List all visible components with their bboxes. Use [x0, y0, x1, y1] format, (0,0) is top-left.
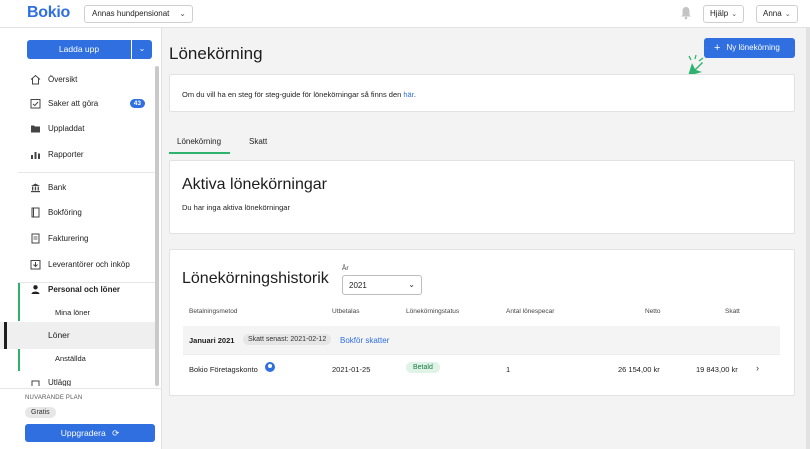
active-tab-indicator — [169, 152, 230, 154]
chart-icon — [31, 152, 40, 159]
checklist-icon — [30, 99, 41, 109]
guide-info-card: Om du vill ha en steg för steg-guide för… — [169, 74, 795, 112]
chevron-down-icon: ⌄ — [784, 11, 791, 18]
plus-icon: + — [714, 42, 721, 54]
upgrade-button[interactable]: Uppgradera ⟳ — [25, 424, 155, 442]
new-payroll-button[interactable]: + Ny lönekörning — [704, 38, 795, 58]
chevron-down-icon: ⌄ — [179, 9, 186, 18]
sidebar: Ladda upp ⌄ Översikt Saker att göra 43 U… — [0, 28, 162, 449]
sidebar-item-label: Uppladdat — [48, 124, 85, 133]
sidebar-item-fakturering[interactable]: Fakturering — [0, 227, 157, 251]
new-payroll-label: Ny lönekörning — [726, 43, 780, 52]
download-box-icon — [30, 260, 41, 270]
column-header: Betalningsmetod — [189, 308, 238, 315]
table-group-row: Januari 2021 Skatt senast: 2021-02-12 Bo… — [183, 326, 780, 354]
chevron-right-icon[interactable]: › — [756, 363, 759, 373]
invoice-icon — [31, 233, 40, 244]
tax-deadline-badge: Skatt senast: 2021-02-12 — [243, 334, 332, 345]
status-badge: Betald — [406, 362, 440, 373]
active-payrolls-empty-text: Du har inga aktiva lönekörningar — [182, 203, 290, 212]
book-taxes-link[interactable]: Bokför skatter — [340, 336, 389, 345]
sidebar-item-utlagg[interactable]: Utlägg — [0, 374, 157, 386]
bank-icon — [31, 183, 40, 193]
plan-label: NUVARANDE PLAN — [25, 395, 83, 401]
column-header: Skatt — [725, 308, 740, 315]
sidebar-item-saker-att-gora[interactable]: Saker att göra 43 — [0, 92, 157, 116]
top-bar: Bokio Annas hundpensionat ⌄ Hjälp ⌄ Anna ⌄ — [0, 0, 810, 28]
company-name: Annas hundpensionat — [92, 9, 170, 18]
sidebar-item-label: Anställda — [55, 354, 86, 363]
year-value: 2021 — [349, 281, 367, 290]
year-label: År — [342, 265, 349, 272]
guide-info-text: Om du vill ha en steg för steg-guide för… — [182, 90, 416, 99]
sidebar-item-label: Bokföring — [48, 208, 82, 217]
sidebar-item-label: Saker att göra — [48, 99, 99, 108]
column-header: Lönekörningstatus — [406, 308, 460, 315]
guide-info-end: . — [413, 90, 416, 99]
sidebar-item-bank[interactable]: Bank — [0, 176, 157, 200]
todo-count-badge: 43 — [129, 99, 145, 108]
sidebar-item-label: Utlägg — [48, 378, 72, 386]
bokio-logo[interactable]: Bokio — [27, 4, 70, 22]
sidebar-item-label: Löner — [48, 330, 70, 340]
upload-button[interactable]: Ladda upp — [27, 40, 131, 59]
person-icon — [31, 285, 40, 294]
rocket-icon: ⟳ — [112, 428, 120, 438]
sidebar-item-rapporter[interactable]: Rapporter — [0, 143, 157, 167]
sidebar-item-oversikt[interactable]: Översikt — [0, 68, 157, 92]
tab-skatt[interactable]: Skatt — [249, 137, 267, 146]
column-header: Utbetalas — [332, 308, 360, 315]
sidebar-scrollbar[interactable] — [155, 66, 159, 386]
help-label: Hjälp — [710, 9, 729, 18]
upgrade-label: Uppgradera — [60, 428, 106, 438]
active-payrolls-card — [169, 160, 795, 234]
row-divider — [183, 354, 780, 355]
folder-icon — [31, 125, 40, 133]
plan-badge: Gratis — [25, 407, 56, 418]
sidebar-item-label: Fakturering — [48, 234, 89, 243]
receipt-icon — [31, 380, 40, 386]
upload-dropdown-button[interactable]: ⌄ — [132, 40, 152, 59]
net-amount: 26 154,00 kr — [618, 365, 660, 374]
sidebar-item-label: Leverantörer och inköp — [48, 260, 130, 269]
group-month: Januari 2021 — [189, 336, 235, 345]
guide-info-message: Om du vill ha en steg för steg-guide för… — [182, 90, 404, 99]
sidebar-item-anstallda[interactable]: Anställda — [0, 347, 157, 371]
bokio-account-icon — [265, 362, 275, 372]
column-header: Antal lönespecar — [506, 308, 555, 315]
sidebar-item-uppladdat[interactable]: Uppladdat — [0, 117, 157, 141]
tax-amount: 19 843,00 kr — [696, 365, 738, 374]
tab-lonekorning[interactable]: Lönekörning — [177, 137, 221, 146]
payout-date: 2021-01-25 — [332, 365, 371, 374]
sidebar-item-label: Mina löner — [55, 308, 91, 317]
page-scrollbar[interactable] — [806, 28, 810, 449]
active-item-indicator — [4, 322, 7, 349]
column-header: Netto — [645, 308, 661, 315]
active-payrolls-title: Aktiva lönekörningar — [182, 176, 327, 193]
home-icon — [30, 74, 41, 85]
sidebar-item-personal-och-loner[interactable]: Personal och löner — [0, 278, 157, 302]
company-selector[interactable]: Annas hundpensionat ⌄ — [84, 5, 193, 23]
bell-icon[interactable] — [680, 6, 692, 20]
sidebar-divider — [18, 172, 158, 173]
chevron-down-icon: ⌄ — [408, 280, 415, 289]
help-button[interactable]: Hjälp ⌄ — [703, 5, 745, 23]
book-icon — [31, 207, 40, 218]
year-select[interactable]: 2021 ⌄ — [342, 275, 422, 295]
sidebar-item-bokforing[interactable]: Bokföring — [0, 201, 157, 225]
payment-method: Bokio Företagskonto — [189, 365, 258, 374]
payroll-history-title: Lönekörningshistorik — [182, 270, 329, 287]
page-title: Lönekörning — [169, 44, 263, 63]
chevron-down-icon: ⌄ — [731, 11, 738, 18]
sidebar-item-loner[interactable]: Löner — [0, 322, 157, 349]
sidebar-item-label: Översikt — [48, 75, 78, 84]
sidebar-item-label: Bank — [48, 183, 67, 192]
payslip-count: 1 — [506, 365, 511, 374]
sidebar-item-label: Personal och löner — [48, 285, 121, 294]
user-menu-button[interactable]: Anna ⌄ — [756, 5, 798, 23]
sidebar-item-label: Rapporter — [48, 150, 84, 159]
guide-link[interactable]: här — [403, 90, 413, 99]
sidebar-item-leverantorer[interactable]: Leverantörer och inköp — [0, 253, 157, 277]
user-name: Anna — [763, 9, 782, 18]
